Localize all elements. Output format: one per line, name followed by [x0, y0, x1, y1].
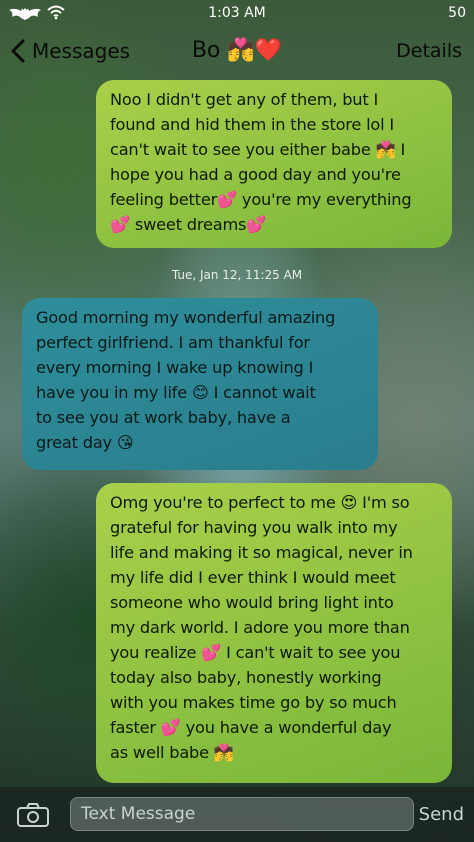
message-timestamp: Tue, Jan 12, 11:25 AM [171, 268, 303, 282]
navigation-bar: Messages Bo 💏❤️ Details [0, 26, 474, 80]
status-time: 1:03 AM [208, 5, 266, 21]
back-button[interactable]: Messages [10, 38, 130, 64]
incoming-message-bubble[interactable]: Good morning my wonderful amazing perfec… [22, 298, 378, 470]
back-button-label: Messages [32, 39, 131, 63]
send-button[interactable]: Send [419, 804, 464, 825]
battery-level: 50 [448, 5, 466, 21]
message-composer: Text Message Send [0, 787, 474, 842]
status-bar: 1:03 AM 50 [0, 0, 474, 26]
outgoing-message-bubble[interactable]: Noo I didn't get any of them, but I foun… [96, 80, 452, 248]
contact-name[interactable]: Bo 💏❤️ [192, 38, 282, 63]
message-input[interactable]: Text Message [70, 797, 414, 831]
details-button[interactable]: Details [396, 40, 462, 62]
camera-icon[interactable] [16, 802, 50, 828]
chevron-left-icon [11, 39, 25, 63]
outgoing-message-bubble[interactable]: Omg you're to perfect to me 😍 I'm so gra… [96, 483, 452, 783]
